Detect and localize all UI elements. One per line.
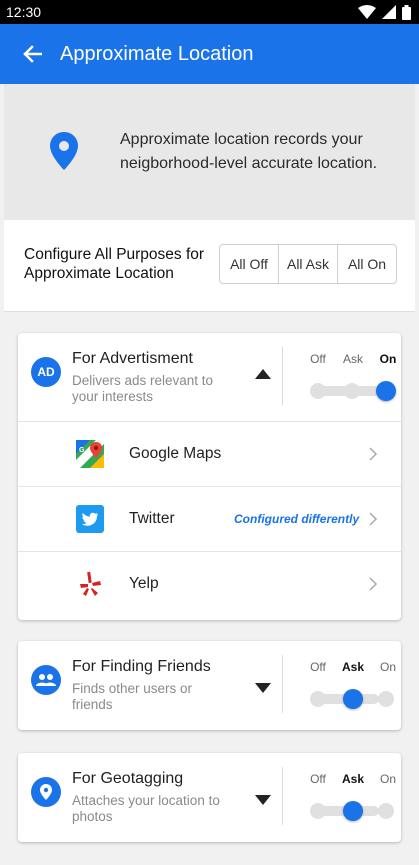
purpose-header[interactable]: For Finding Friends Finds other users or… bbox=[18, 641, 401, 729]
app-row-google-maps[interactable]: G Google Maps bbox=[18, 421, 401, 486]
location-pin-icon bbox=[50, 132, 78, 170]
location-pin-icon bbox=[31, 777, 61, 807]
toggle-stop-on bbox=[378, 803, 394, 819]
configured-differently-note: Configured differently bbox=[234, 512, 360, 526]
yelp-icon bbox=[80, 571, 101, 596]
all-on-button[interactable]: All On bbox=[338, 245, 396, 283]
caret-up-icon[interactable] bbox=[255, 369, 271, 379]
chevron-right-icon bbox=[369, 577, 378, 591]
caret-down-icon[interactable] bbox=[255, 683, 271, 693]
app-row-yelp[interactable]: Yelp bbox=[18, 551, 401, 616]
purpose-description: Finds other users or friends bbox=[72, 681, 193, 712]
battery-icon bbox=[402, 4, 411, 20]
purpose-title: For Geotagging bbox=[72, 770, 184, 787]
info-text: Approximate location records your neigbo… bbox=[120, 131, 378, 172]
option-off[interactable]: Off bbox=[303, 660, 333, 674]
tristate-toggle[interactable]: Off Ask On bbox=[292, 770, 396, 824]
app-row-twitter[interactable]: Twitter Configured differently bbox=[18, 486, 401, 551]
status-bar: 12:30 bbox=[0, 0, 419, 24]
app-name: Twitter bbox=[129, 510, 175, 527]
option-on[interactable]: On bbox=[373, 352, 403, 366]
ad-badge-icon: AD bbox=[31, 357, 61, 387]
option-ask[interactable]: Ask bbox=[338, 660, 368, 674]
twitter-icon bbox=[76, 505, 104, 533]
info-banner: Approximate location records your neigbo… bbox=[4, 84, 415, 220]
google-maps-icon: G bbox=[76, 440, 104, 468]
toggle-stop-off bbox=[310, 691, 326, 707]
toggle-stop-off bbox=[310, 803, 326, 819]
tristate-toggle[interactable]: Off Ask On bbox=[292, 658, 396, 712]
option-off[interactable]: Off bbox=[303, 352, 333, 366]
purpose-card-geotagging: For Geotagging Attaches your location to… bbox=[18, 753, 401, 842]
purpose-description: Delivers ads relevant to your interests bbox=[72, 373, 214, 404]
purpose-title: For Advertisment bbox=[72, 350, 193, 367]
option-off[interactable]: Off bbox=[303, 772, 333, 786]
caret-down-icon[interactable] bbox=[255, 795, 271, 805]
toggle-stop-on bbox=[378, 691, 394, 707]
purpose-title: For Finding Friends bbox=[72, 658, 211, 675]
purpose-header[interactable]: AD For Advertisment Delivers ads relevan… bbox=[18, 333, 401, 421]
status-icons bbox=[358, 4, 411, 20]
arrow-left-icon bbox=[23, 45, 42, 63]
divider bbox=[282, 655, 283, 713]
app-name: Google Maps bbox=[129, 445, 222, 462]
toggle-knob[interactable] bbox=[376, 381, 396, 401]
toggle-knob[interactable] bbox=[343, 689, 363, 709]
app-bar: Approximate Location bbox=[0, 24, 419, 84]
back-button[interactable] bbox=[4, 24, 60, 84]
svg-text:G: G bbox=[79, 447, 85, 454]
chevron-right-icon bbox=[369, 447, 378, 461]
configure-all-segmented: All Off All Ask All On bbox=[219, 244, 397, 284]
wifi-icon bbox=[358, 5, 376, 19]
status-time: 12:30 bbox=[6, 4, 42, 20]
people-icon bbox=[31, 665, 61, 695]
all-ask-button[interactable]: All Ask bbox=[279, 245, 338, 283]
app-name: Yelp bbox=[129, 575, 159, 592]
configure-all-label: Configure All Purposes for Approximate L… bbox=[24, 246, 205, 282]
divider bbox=[282, 347, 283, 405]
signal-icon bbox=[382, 5, 396, 19]
tristate-toggle[interactable]: Off Ask On bbox=[292, 350, 396, 404]
configure-all-section: Configure All Purposes for Approximate L… bbox=[4, 220, 415, 312]
purpose-description: Attaches your location to photos bbox=[72, 793, 220, 824]
toggle-knob[interactable] bbox=[343, 801, 363, 821]
option-ask[interactable]: Ask bbox=[338, 352, 368, 366]
page-title: Approximate Location bbox=[60, 42, 254, 65]
chevron-right-icon bbox=[369, 512, 378, 526]
all-off-button[interactable]: All Off bbox=[220, 245, 279, 283]
option-ask[interactable]: Ask bbox=[338, 772, 368, 786]
option-on[interactable]: On bbox=[373, 660, 403, 674]
purpose-header[interactable]: For Geotagging Attaches your location to… bbox=[18, 753, 401, 841]
toggle-stop-ask bbox=[344, 383, 360, 399]
divider bbox=[282, 767, 283, 825]
option-on[interactable]: On bbox=[373, 772, 403, 786]
toggle-stop-off bbox=[310, 383, 326, 399]
purpose-card-advertisment: AD For Advertisment Delivers ads relevan… bbox=[18, 333, 401, 620]
purpose-card-finding-friends: For Finding Friends Finds other users or… bbox=[18, 641, 401, 730]
